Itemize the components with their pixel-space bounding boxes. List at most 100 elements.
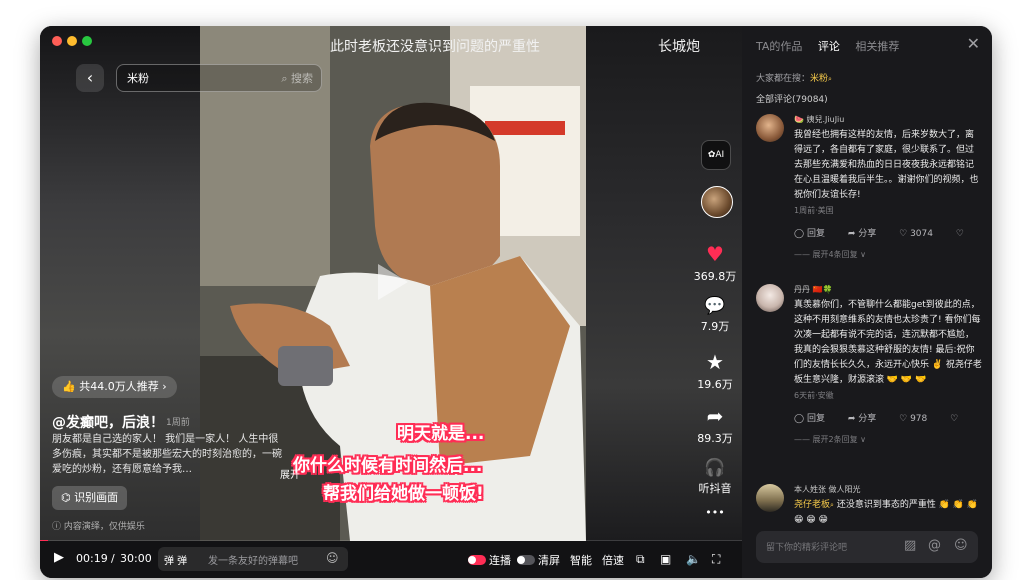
author-avatar[interactable] <box>701 186 733 218</box>
share-arrow-icon: ➦ <box>706 404 724 428</box>
heart-icon: ♥ <box>706 242 724 266</box>
comment-meta: 6天前·安徽 <box>794 391 834 400</box>
video-title: 此时老板还没意识到问题的严重性 <box>330 39 540 55</box>
zoom-window-button[interactable] <box>82 36 92 46</box>
dislike-icon[interactable]: ♡ <box>950 414 958 424</box>
comment-actions: ◯ 回复 ➦ 分享 ♡ 3074 ♡ <box>794 226 982 239</box>
headphones-icon: 🎧 <box>704 458 726 478</box>
expand-description-link[interactable]: 展开 <box>280 466 300 481</box>
comment-like-button[interactable]: ♡ 3074 <box>899 229 943 239</box>
comment-actions: ◯ 回复 ➦ 分享 ♡ 978 ♡ <box>794 411 982 424</box>
search-button-label: 搜索 <box>291 72 313 85</box>
avatar[interactable] <box>756 284 784 312</box>
clear-screen-label: 清屏 <box>538 554 560 567</box>
search-bar[interactable]: 米粉 ⌕ 搜索 <box>116 64 322 92</box>
chevron-left-icon: ‹ <box>86 68 94 87</box>
share-button[interactable]: ➦ 分享 <box>848 229 886 239</box>
close-window-button[interactable] <box>52 36 62 46</box>
scan-icon: ⌬ <box>61 491 71 504</box>
recommend-badge[interactable]: 👍 共44.0万人推荐 › <box>52 376 177 398</box>
search-button[interactable]: ⌕ 搜索 <box>281 70 313 86</box>
tab-related[interactable]: 相关推荐 <box>855 38 899 54</box>
identify-frame-button[interactable]: ⌬ 识别画面 <box>52 486 128 510</box>
search-icon: ⌕ <box>281 72 288 85</box>
comment-icon: 💬 <box>704 296 726 316</box>
reply-button[interactable]: ◯ 回复 <box>794 414 835 424</box>
search-tip-keyword[interactable]: 米粉 <box>810 74 828 84</box>
player-controls: ▶ 00:19 / 30:00 弹 弹 发一条友好的弹幕吧 ☺ 连播 清屏 智能… <box>40 541 742 578</box>
minimize-window-button[interactable] <box>67 36 77 46</box>
play-icon[interactable]: ▶ <box>54 550 64 565</box>
comment-author[interactable]: 本人姓张 做人阳光 <box>794 484 982 495</box>
ai-assistant-button[interactable]: ✿AI <box>701 140 731 170</box>
comment-keyword-link[interactable]: 尧仔老板 <box>794 500 830 510</box>
comment-item: 丹丹 🇨🇳🍀 真羡慕你们，不管聊什么都能get到彼此的点，这种不用刻意维系的友情… <box>756 284 982 474</box>
play-overlay-icon[interactable] <box>378 264 408 300</box>
comment-placeholder: 留下你的精彩评论吧 <box>766 543 848 553</box>
clear-screen-toggle[interactable]: 清屏 <box>517 552 560 568</box>
comment-text: 尧仔老板⌕ 还没意识到事态的严重性 👏 👏 👏 😁 😁 😁 <box>794 498 982 528</box>
tab-works[interactable]: TA的作品 <box>756 38 802 54</box>
identify-label: 识别画面 <box>74 491 119 504</box>
caption-line-1: 明天就是... <box>397 424 485 444</box>
comment-button[interactable]: 💬 7.9万 <box>690 296 740 334</box>
reply-button[interactable]: ◯ 回复 <box>794 229 835 239</box>
comment-item: 本人姓张 做人阳光 尧仔老板⌕ 还没意识到事态的严重性 👏 👏 👏 😁 😁 😁 <box>756 484 982 528</box>
fullscreen-icon[interactable]: ⛶ <box>712 552 720 567</box>
total-comments: 全部评论(79084) <box>756 95 828 105</box>
screen-cast-icon[interactable]: ▣ <box>660 552 671 566</box>
smart-button[interactable]: 智能 <box>570 552 592 568</box>
autoplay-label: 连播 <box>489 554 511 567</box>
avatar[interactable] <box>756 114 784 142</box>
danmu-input[interactable]: 弹 弹 发一条友好的弹幕吧 ☺ <box>158 547 348 571</box>
author-name[interactable]: @发癫吧，后浪！ <box>52 412 164 432</box>
comment-like-count: 3074 <box>910 229 933 239</box>
share-count: 89.3万 <box>697 432 733 445</box>
recommend-count: 共44.0万人推荐 <box>79 380 159 393</box>
comment-author[interactable]: 🍉 姨兒.JiuJiu <box>794 114 982 125</box>
favorite-button[interactable]: ★ 19.6万 <box>690 350 740 392</box>
reply-label: 回复 <box>806 229 825 239</box>
comment-input[interactable]: 留下你的精彩评论吧 ▨ @ ☺ <box>756 531 978 563</box>
star-icon: ★ <box>706 350 724 374</box>
more-options-button[interactable]: ••• <box>690 506 740 519</box>
tab-comments[interactable]: 评论 <box>818 38 840 54</box>
avatar[interactable] <box>756 484 784 512</box>
expand-replies[interactable]: —— 展开4条回复 ∨ <box>794 249 982 260</box>
video-description: 朋友都是自己选的家人！ 我们是一家人！ 人生中很多伤痕，其实都不是被那些宏大的时… <box>52 434 282 475</box>
back-button[interactable]: ‹ <box>76 64 104 92</box>
search-tip-prefix: 大家都在搜： <box>756 74 811 84</box>
toggle-on-icon <box>468 555 486 565</box>
autoplay-toggle[interactable]: 连播 <box>468 552 511 568</box>
dislike-icon[interactable]: ♡ <box>956 229 964 239</box>
video-area[interactable]: 此时老板还没意识到问题的严重性 长城炮 ‹ 米粉 ⌕ 搜索 明天就是... 你什… <box>40 26 742 578</box>
comment-like-button[interactable]: ♡ 978 <box>899 414 937 424</box>
comment-author[interactable]: 丹丹 🇨🇳🍀 <box>794 284 982 295</box>
comment-text: 真羡慕你们，不管聊什么都能get到彼此的点，这种不用刻意维系的友情也太珍贵了! … <box>794 300 982 385</box>
search-suggestion: 大家都在搜：米粉⌕ <box>756 71 832 84</box>
share-button[interactable]: ➦ 分享 <box>848 414 886 424</box>
toggle-off-icon <box>517 555 535 565</box>
current-time: 00:19 <box>76 552 108 565</box>
info-icon: ⓘ <box>52 522 62 532</box>
search-input[interactable]: 米粉 <box>127 70 149 86</box>
thumbs-up-icon: 👍 <box>62 380 76 393</box>
duration: 30:00 <box>120 552 152 565</box>
emoji-icon[interactable]: ☺ <box>326 551 339 565</box>
listen-button[interactable]: 🎧 听抖音 <box>690 458 740 496</box>
like-button[interactable]: ♥ 369.8万 <box>690 242 740 284</box>
volume-icon[interactable]: 🔈 <box>686 552 701 566</box>
share-button[interactable]: ➦ 89.3万 <box>690 404 740 446</box>
app-window: 此时老板还没意识到问题的严重性 长城炮 ‹ 米粉 ⌕ 搜索 明天就是... 你什… <box>40 26 992 578</box>
emoji-icon[interactable]: ☺ <box>954 538 968 553</box>
comments-panel: TA的作品 评论 相关推荐 ✕ 大家都在搜：米粉⌕ 全部评论(79084) 🍉 … <box>742 26 992 578</box>
close-icon[interactable]: ✕ <box>967 34 980 53</box>
expand-replies[interactable]: —— 展开2条回复 ∨ <box>794 434 982 445</box>
search-icon: ⌕ <box>828 75 832 83</box>
image-icon[interactable]: ▨ <box>904 538 916 553</box>
listen-label: 听抖音 <box>698 482 732 495</box>
speed-button[interactable]: 倍速 <box>602 552 624 568</box>
at-icon[interactable]: @ <box>928 538 941 553</box>
danmu-toggle-icon[interactable]: 弹 弹 <box>164 552 187 567</box>
pip-icon[interactable]: ⧉ <box>636 552 645 567</box>
